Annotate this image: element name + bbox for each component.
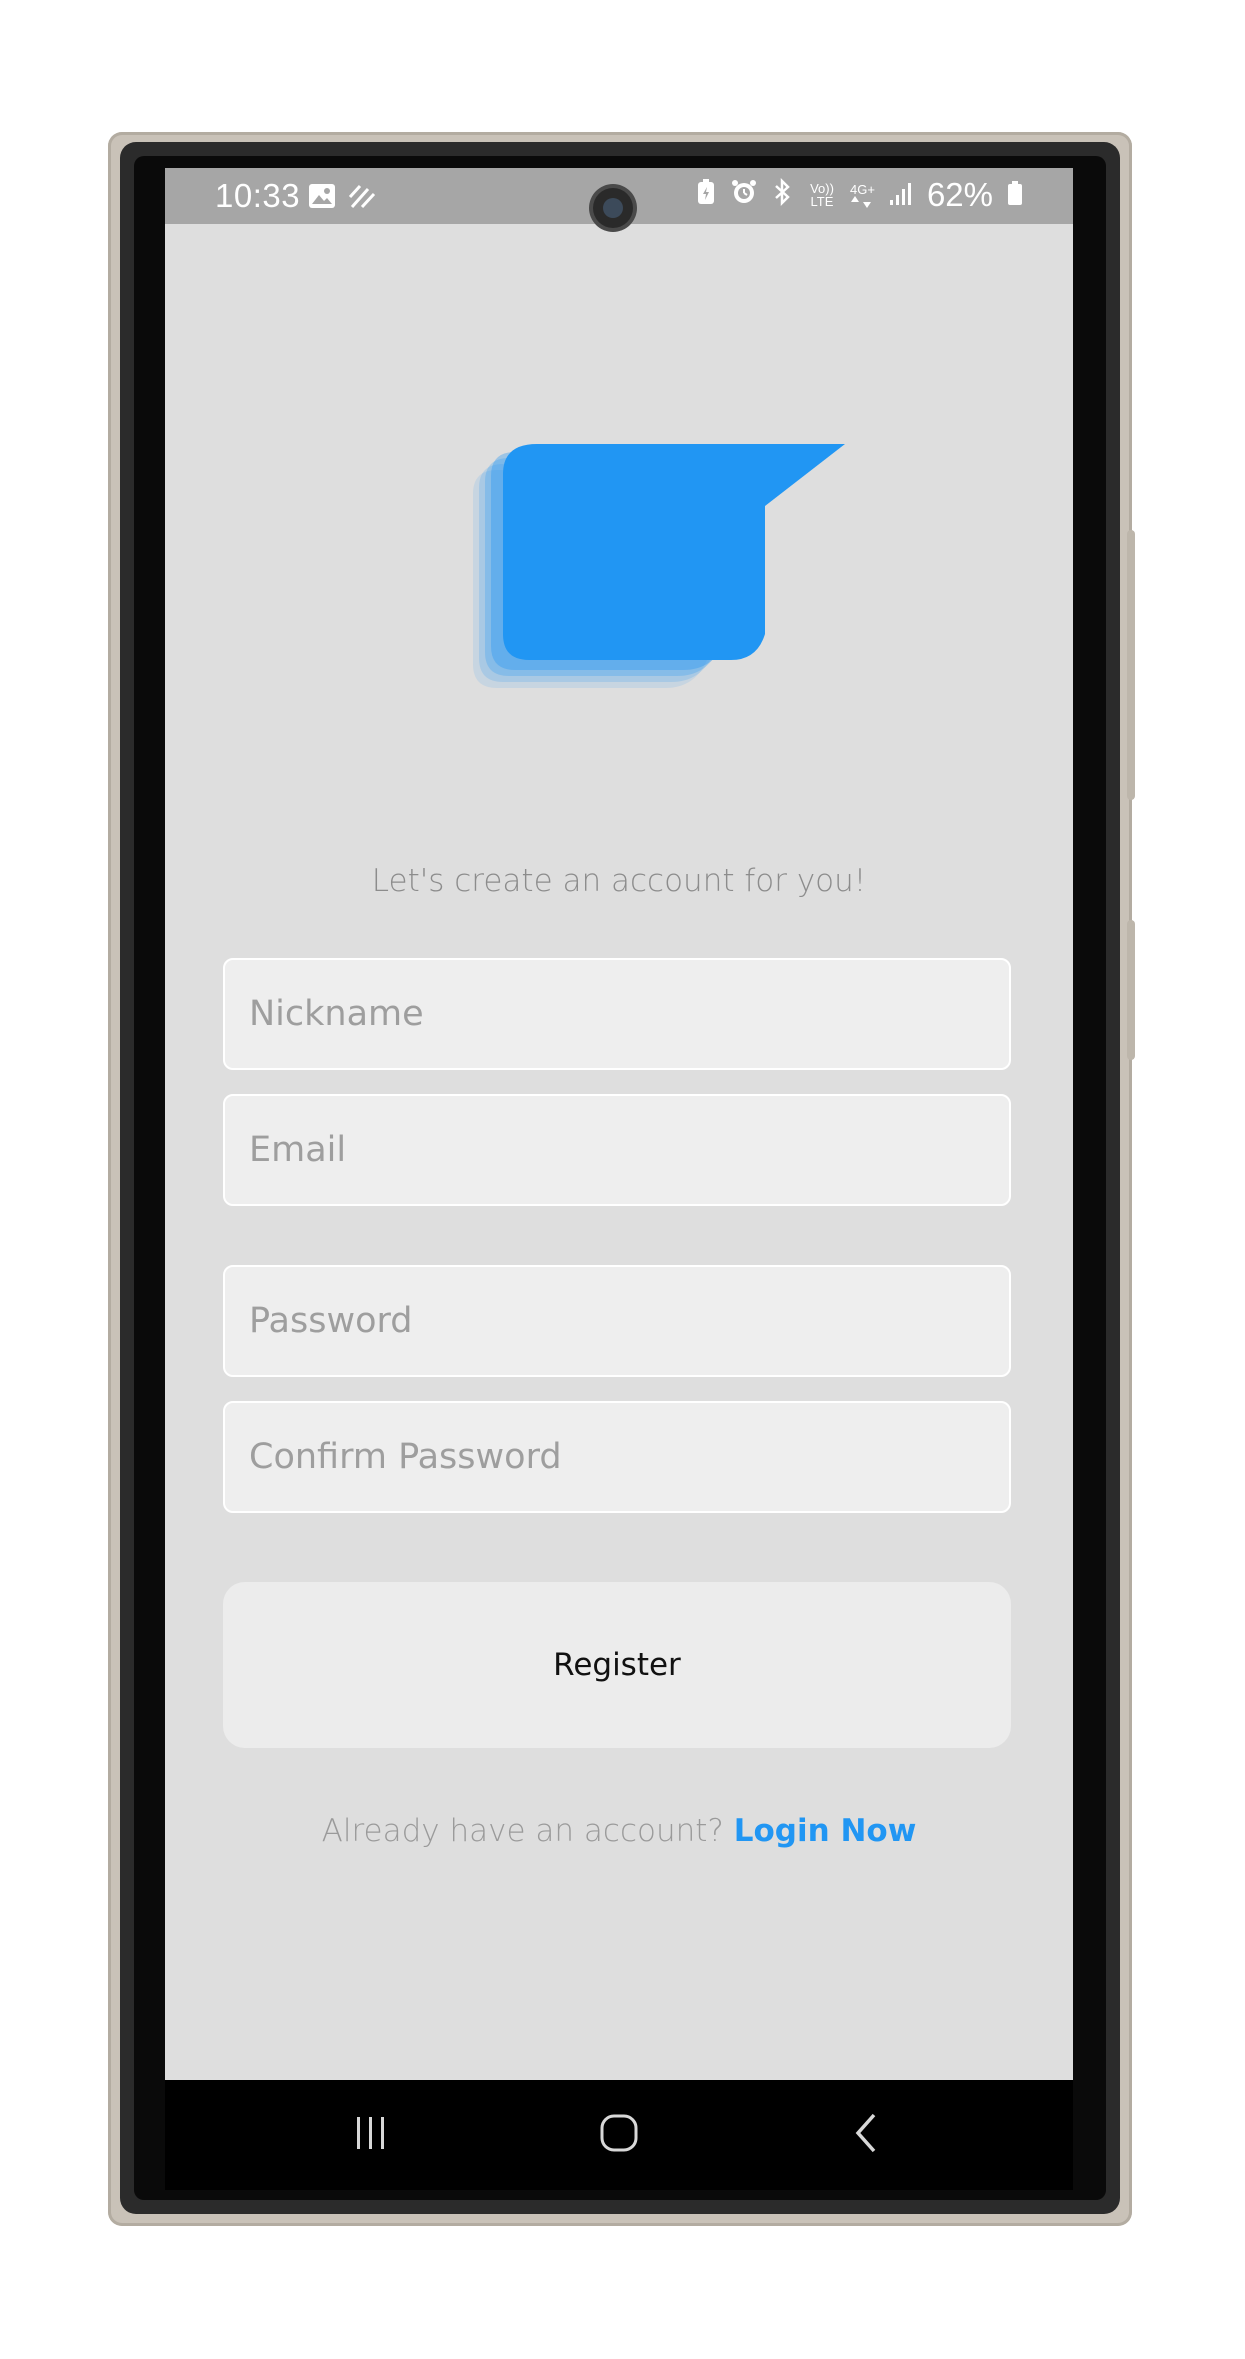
recent-apps-button[interactable] <box>311 2080 431 2190</box>
power-button <box>1127 920 1135 1060</box>
login-prompt: Already have an account? <box>321 1813 724 1849</box>
volte-icon: Vo)) LTE <box>810 181 834 209</box>
bluetooth-icon <box>772 177 794 214</box>
alarm-icon <box>730 177 758 214</box>
battery-percent: 62% <box>926 176 993 213</box>
battery-icon <box>1007 177 1023 214</box>
front-camera <box>593 188 633 228</box>
status-icons-left <box>308 180 376 217</box>
login-now-link[interactable]: Login Now <box>734 1813 917 1849</box>
network-type-label: 4G+ <box>850 181 875 197</box>
navigation-bar <box>165 2080 1073 2190</box>
app-screen: 10:33 Vo)) LTE 4G+ 62% Let's create an a… <box>165 168 1073 2080</box>
back-icon <box>852 2112 882 2159</box>
register-button[interactable]: Register <box>223 1582 1011 1748</box>
home-icon <box>599 2113 639 2158</box>
signal-icon <box>889 177 913 214</box>
password-field[interactable] <box>223 1265 1011 1377</box>
status-icons-right: Vo)) LTE 4G+ 62% <box>696 176 1023 214</box>
battery-saver-icon <box>696 177 716 214</box>
gallery-icon <box>308 180 336 217</box>
sync-stripes-icon <box>348 180 376 217</box>
back-button[interactable] <box>807 2080 927 2190</box>
email-field[interactable] <box>223 1094 1011 1206</box>
volume-button <box>1127 530 1135 800</box>
status-time: 10:33 <box>215 177 301 214</box>
page-subtitle: Let's create an account for you! <box>371 863 867 899</box>
login-row: Already have an account? Login Now <box>165 1813 1073 1849</box>
status-bar: 10:33 Vo)) LTE 4G+ 62% <box>165 168 1073 228</box>
confirm-password-field[interactable] <box>223 1401 1011 1513</box>
nickname-field[interactable] <box>223 958 1011 1070</box>
network-4g-icon: 4G+ <box>850 183 875 208</box>
page: 10:33 Vo)) LTE 4G+ 62% Let's create an a… <box>0 0 1245 2359</box>
home-button[interactable] <box>559 2080 679 2190</box>
app-logo <box>425 408 885 728</box>
recent-apps-icon <box>351 2115 391 2156</box>
